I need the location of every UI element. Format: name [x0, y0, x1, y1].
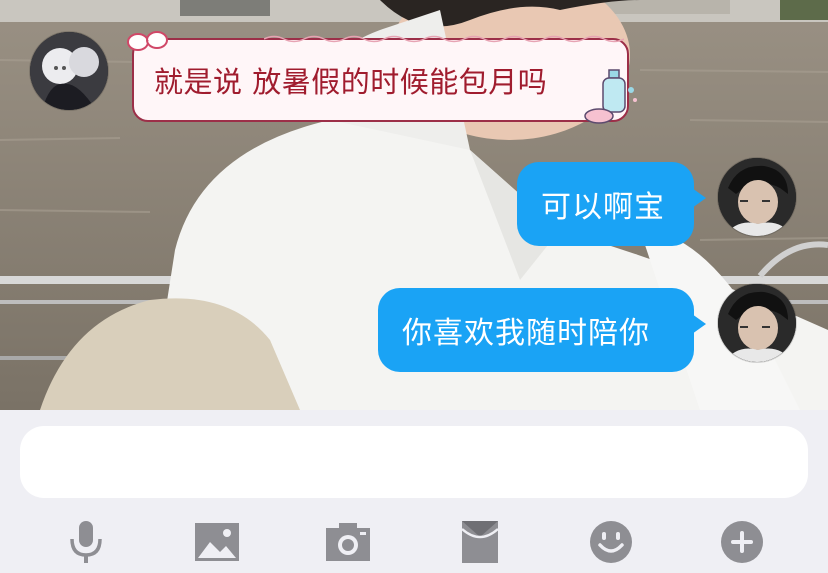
outgoing-message-text: 可以啊宝	[541, 190, 665, 225]
chat-toolbar	[0, 510, 828, 570]
outgoing-message-text: 你喜欢我随时陪你	[402, 316, 650, 351]
red-packet-icon[interactable]	[456, 518, 504, 566]
goggles-sticker-icon	[127, 31, 168, 51]
outgoing-message-bubble[interactable]: 可以啊宝	[517, 162, 706, 246]
image-icon[interactable]	[193, 518, 241, 566]
message-outgoing: 可以啊宝	[0, 150, 828, 250]
contact-avatar[interactable]	[30, 32, 108, 110]
microphone-icon[interactable]	[62, 518, 110, 566]
message-incoming: 就是说 放暑假的时候能包月吗	[0, 0, 828, 130]
bottle-sticker-icon	[584, 69, 637, 124]
add-icon[interactable]	[718, 518, 766, 566]
message-input[interactable]	[20, 426, 808, 498]
emoji-icon[interactable]	[587, 518, 635, 566]
chat-input-panel	[0, 410, 828, 573]
incoming-message-bubble[interactable]: 就是说 放暑假的时候能包月吗	[127, 31, 637, 124]
my-avatar[interactable]	[718, 158, 796, 236]
outgoing-message-bubble[interactable]: 你喜欢我随时陪你	[378, 288, 706, 372]
camera-icon[interactable]	[324, 518, 372, 566]
my-avatar[interactable]	[718, 284, 796, 362]
wave-decoration-icon	[264, 35, 624, 43]
message-outgoing: 你喜欢我随时陪你	[0, 280, 828, 380]
incoming-message-text: 就是说 放暑假的时候能包月吗	[154, 65, 548, 99]
